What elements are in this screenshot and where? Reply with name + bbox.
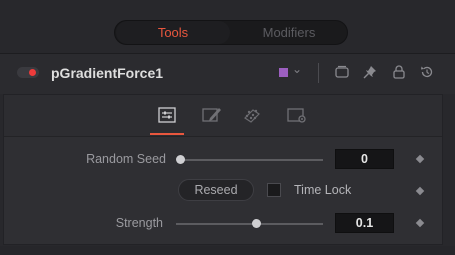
bottom-strip (0, 246, 455, 255)
controls-tab-icon[interactable] (156, 104, 178, 126)
header-divider (318, 63, 319, 83)
region-tab-icon[interactable] (241, 104, 263, 126)
random-seed-input[interactable]: 0 (335, 149, 394, 169)
random-seed-label: Random Seed (86, 152, 166, 166)
color-swatch[interactable] (279, 68, 288, 77)
strength-slider[interactable] (176, 223, 323, 225)
pin-icon[interactable] (362, 64, 378, 80)
strength-row: Strength 0.1 (4, 210, 442, 238)
enabled-dot (29, 69, 36, 76)
inspector-panel: Random Seed 0 Reseed Time Lock Strength … (3, 94, 443, 245)
reseed-button[interactable]: Reseed (178, 179, 254, 201)
tools-modifiers-switch: Tools Modifiers (114, 20, 348, 45)
strength-input[interactable]: 0.1 (335, 213, 394, 233)
version-icon[interactable] (334, 64, 350, 80)
settings-tab-icon[interactable] (286, 104, 308, 126)
strength-slider-knob[interactable] (252, 219, 262, 228)
strength-keyframe-icon[interactable] (415, 218, 425, 228)
random-seed-slider[interactable] (180, 159, 323, 161)
node-enable-toggle[interactable] (17, 67, 39, 78)
strength-label: Strength (115, 216, 163, 230)
random-seed-slider-knob[interactable] (175, 155, 185, 164)
random-seed-row: Random Seed 0 (4, 146, 442, 174)
active-tab-indicator (150, 133, 184, 135)
reseed-row: Reseed Time Lock (4, 178, 442, 206)
chevron-down-icon[interactable]: ⌄ (292, 62, 302, 76)
tab-modifiers[interactable]: Modifiers (231, 21, 347, 44)
reset-icon[interactable] (419, 64, 435, 80)
tab-tools[interactable]: Tools (116, 21, 230, 44)
random-seed-keyframe-icon[interactable] (415, 154, 425, 164)
node-name[interactable]: pGradientForce1 (51, 65, 163, 81)
inspector-tabs (4, 95, 442, 137)
time-lock-checkbox[interactable] (267, 183, 281, 197)
node-header: pGradientForce1 ⌄ (0, 54, 455, 94)
time-lock-keyframe-icon[interactable] (415, 186, 425, 196)
lock-icon[interactable] (391, 64, 407, 80)
time-lock-label: Time Lock (294, 183, 352, 197)
top-tab-bar: Tools Modifiers (0, 0, 455, 54)
edit-tab-icon[interactable] (201, 104, 223, 126)
